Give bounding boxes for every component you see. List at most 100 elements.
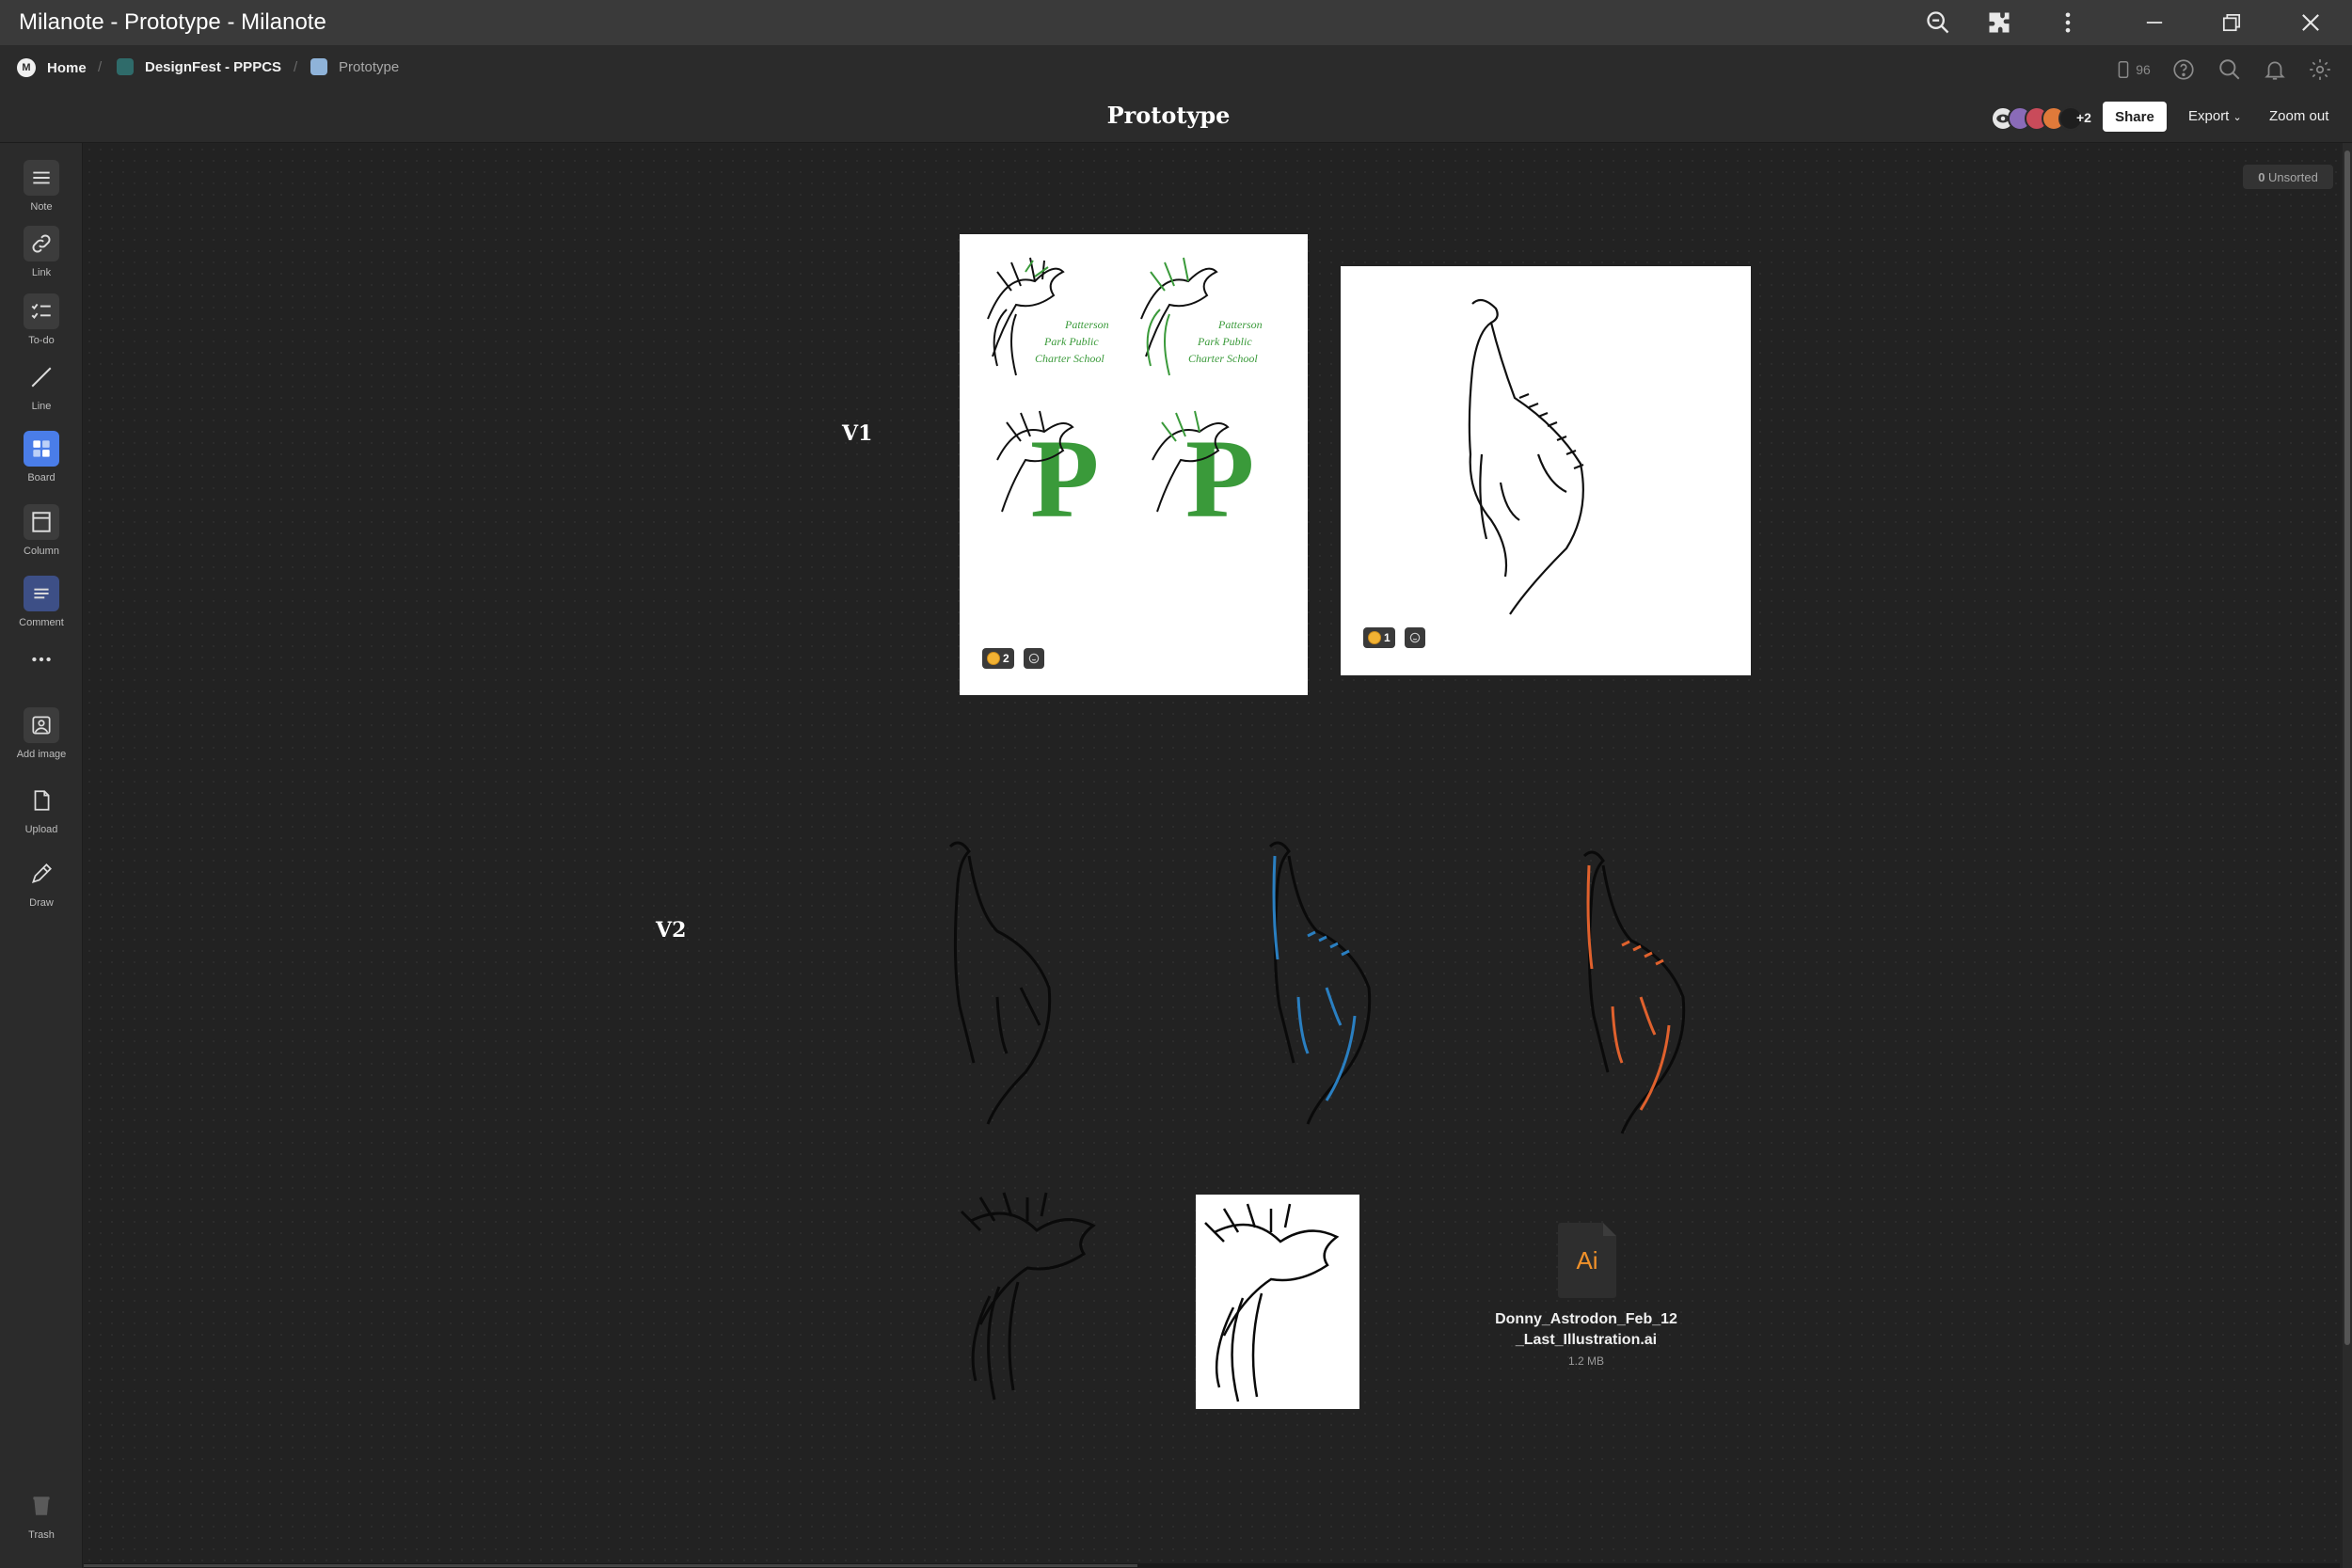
tool-label: Trash bbox=[28, 1529, 55, 1541]
tool-line[interactable]: Line bbox=[0, 359, 83, 412]
add-reaction-icon[interactable] bbox=[1024, 648, 1044, 669]
tool-note[interactable]: Note bbox=[0, 160, 83, 213]
tool-board[interactable]: Board bbox=[0, 431, 83, 483]
unsorted-button[interactable]: 0 Unsorted bbox=[2243, 165, 2333, 189]
tool-draw[interactable]: Draw bbox=[0, 856, 83, 909]
add-image-icon bbox=[24, 707, 59, 743]
tool-label: Board bbox=[27, 472, 56, 483]
restore-icon[interactable] bbox=[2211, 6, 2252, 40]
tool-label: Note bbox=[30, 201, 53, 213]
logo-text: Patterson bbox=[1064, 318, 1109, 331]
image-card-bird-white[interactable] bbox=[1196, 1195, 1359, 1409]
draw-icon bbox=[24, 856, 59, 892]
add-reaction-icon[interactable] bbox=[1405, 627, 1425, 648]
tool-label: Column bbox=[24, 546, 59, 557]
horizontal-scroll-thumb[interactable] bbox=[84, 1564, 1137, 1567]
logo-text: Charter School bbox=[1188, 352, 1258, 365]
image-dino-black[interactable] bbox=[931, 828, 1082, 1129]
section-label-v1[interactable]: V1 bbox=[842, 421, 872, 446]
logo-letter: P bbox=[1185, 416, 1254, 541]
image-dino-orange[interactable] bbox=[1565, 837, 1716, 1138]
zoom-out-button[interactable]: Zoom out bbox=[2269, 108, 2328, 124]
notifications-bell-icon[interactable] bbox=[2258, 55, 2292, 85]
file-type-label: Ai bbox=[1576, 1245, 1598, 1275]
comment-icon bbox=[24, 576, 59, 611]
settings-gear-icon[interactable] bbox=[2303, 55, 2337, 85]
title-bar: Milanote - Prototype - Milanote bbox=[0, 0, 2352, 45]
reaction-count: 2 bbox=[1003, 652, 1009, 665]
breadcrumb-current-label: Prototype bbox=[339, 58, 400, 75]
logo-text: Park Public bbox=[1197, 335, 1252, 348]
milanote-logo-icon: M bbox=[17, 58, 36, 77]
image-dino-blue[interactable] bbox=[1251, 828, 1402, 1129]
vertical-scroll-thumb[interactable] bbox=[2344, 150, 2350, 1345]
tool-upload[interactable]: Upload bbox=[0, 783, 83, 835]
star-eyes-emoji-icon bbox=[987, 652, 1000, 665]
more-vertical-icon[interactable] bbox=[2047, 6, 2089, 40]
chevron-down-icon: ⌄ bbox=[2233, 112, 2242, 123]
tool-label: Line bbox=[31, 401, 52, 412]
extra-viewers-count: +2 bbox=[2076, 110, 2091, 125]
minimize-icon[interactable] bbox=[2134, 6, 2175, 40]
unsorted-label: Unsorted bbox=[2268, 169, 2318, 184]
collaborator-avatars[interactable] bbox=[1991, 105, 2083, 132]
reaction-badge[interactable]: 2 bbox=[982, 648, 1014, 669]
file-name-line: Donny_Astrodon_Feb_12 bbox=[1495, 1311, 1677, 1327]
todo-icon bbox=[24, 293, 59, 329]
breadcrumb-home-label: Home bbox=[47, 59, 87, 76]
breadcrumb-home[interactable]: M Home bbox=[17, 58, 87, 77]
tool-link[interactable]: Link bbox=[0, 226, 83, 278]
file-card-ai[interactable]: Ai Donny_Astrodon_Feb_12 _Last_Illustrat… bbox=[1492, 1223, 1680, 1373]
board-icon bbox=[24, 431, 59, 467]
file-name-line: _Last_Illustration.ai bbox=[1515, 1332, 1658, 1348]
unsorted-count: 0 bbox=[2258, 169, 2265, 184]
share-button[interactable]: Share bbox=[2103, 102, 2167, 132]
tool-column[interactable]: Column bbox=[0, 504, 83, 557]
tool-label: Upload bbox=[24, 824, 58, 835]
help-icon[interactable] bbox=[2167, 55, 2201, 85]
bird-black-image bbox=[960, 1192, 1096, 1401]
board-color-icon bbox=[310, 58, 327, 75]
file-size: 1.2 MB bbox=[1567, 1354, 1604, 1368]
export-button[interactable]: Export ⌄ bbox=[2188, 108, 2242, 124]
search-icon[interactable] bbox=[2213, 55, 2247, 85]
device-count[interactable]: 96 bbox=[2104, 55, 2160, 85]
breadcrumb-board-label: DesignFest - PPPCS bbox=[145, 58, 282, 75]
more-icon bbox=[24, 641, 59, 677]
tools-sidebar: Note Link To-do Line Board Column Commen… bbox=[0, 143, 83, 1568]
image-card-dino-sketch[interactable]: 1 bbox=[1341, 266, 1751, 675]
breadcrumb-current[interactable]: Prototype bbox=[310, 58, 399, 75]
dinosaur-orange-image bbox=[1582, 850, 1686, 1134]
image-bird-transparent[interactable] bbox=[952, 1183, 1121, 1411]
image-card-logo-sheet[interactable]: Patterson Park Public Charter School Pat… bbox=[960, 234, 1308, 695]
section-label-v2[interactable]: V2 bbox=[656, 918, 686, 942]
tool-label: Link bbox=[31, 267, 52, 278]
tool-comment[interactable]: Comment bbox=[0, 576, 83, 628]
star-eyes-emoji-icon bbox=[1368, 631, 1381, 644]
logo-variations-image: Patterson Park Public Charter School Pat… bbox=[987, 257, 1263, 541]
board-header: Prototype +2 Share Export ⌄ Zoom out bbox=[0, 94, 2352, 143]
upload-icon bbox=[24, 783, 59, 818]
tool-label: Draw bbox=[29, 897, 54, 909]
dinosaur-black-image bbox=[948, 841, 1052, 1125]
reaction-count: 1 bbox=[1384, 631, 1391, 644]
illustrator-file-icon: Ai bbox=[1558, 1223, 1616, 1298]
reaction-badge[interactable]: 1 bbox=[1363, 627, 1395, 648]
dinosaur-sketch-image bbox=[1468, 298, 1584, 615]
close-icon[interactable] bbox=[2290, 6, 2331, 40]
tool-more[interactable] bbox=[0, 641, 83, 677]
breadcrumb-separator: / bbox=[294, 59, 298, 75]
tool-add-image[interactable]: Add image bbox=[0, 707, 83, 760]
breadcrumb-separator: / bbox=[98, 59, 103, 75]
extensions-icon[interactable] bbox=[1979, 6, 2020, 40]
tool-trash[interactable]: Trash bbox=[0, 1488, 83, 1541]
tool-todo[interactable]: To-do bbox=[0, 293, 83, 346]
zoom-search-icon[interactable] bbox=[1917, 6, 1959, 40]
column-icon bbox=[24, 504, 59, 540]
tool-label: Comment bbox=[19, 617, 64, 628]
device-count-label: 96 bbox=[2136, 62, 2151, 77]
file-name: Donny_Astrodon_Feb_12 _Last_Illustration… bbox=[1492, 1309, 1680, 1351]
breadcrumb-board[interactable]: DesignFest - PPPCS bbox=[117, 58, 281, 75]
logo-text: Patterson bbox=[1217, 318, 1263, 331]
logo-text: Park Public bbox=[1043, 335, 1099, 348]
